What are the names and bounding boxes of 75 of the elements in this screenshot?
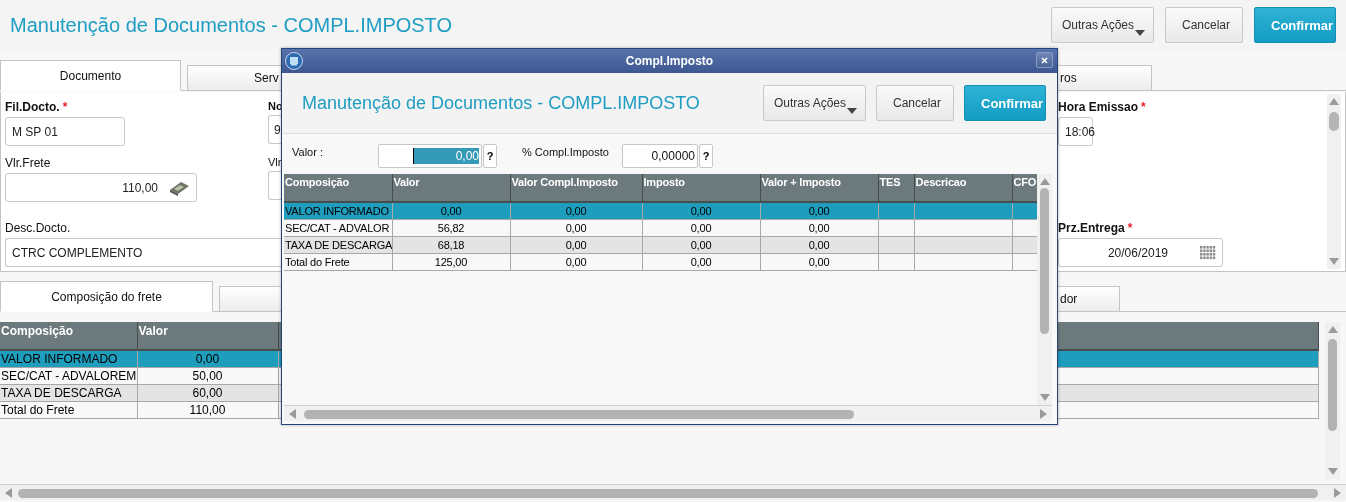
input-field[interactable]: 18:06 <box>1058 117 1093 146</box>
input-field[interactable]: CTRC COMPLEMENTO <box>5 238 282 267</box>
help-button[interactable]: ? <box>699 144 713 168</box>
caret-icon <box>1135 30 1145 36</box>
input-field[interactable] <box>268 171 282 200</box>
tab[interactable]: Composição do frete <box>0 281 213 312</box>
app-icon <box>285 52 303 70</box>
column-header[interactable]: Valor Compl.Imposto <box>510 174 642 202</box>
scroll-thumb[interactable] <box>304 410 854 419</box>
scrollbar[interactable] <box>1325 322 1340 479</box>
scroll-left-icon[interactable] <box>289 408 296 419</box>
field-value: M SP 01 <box>12 124 58 139</box>
page-title: Manutenção de Documentos - COMPL.IMPOSTO <box>10 13 453 37</box>
calendar-icon <box>1200 245 1216 260</box>
tab[interactable] <box>219 286 281 312</box>
field-label: Vlr.Frete <box>5 156 51 170</box>
scroll-down-icon[interactable] <box>1329 258 1339 265</box>
scroll-up-icon[interactable] <box>1329 98 1339 105</box>
column-header[interactable]: Valor + Imposto <box>760 174 878 202</box>
field-label: % Compl.Imposto <box>522 145 610 158</box>
scroll-thumb[interactable] <box>1040 188 1049 334</box>
column-header[interactable]: Composição <box>0 322 137 350</box>
field-label: Desc.Docto. <box>5 221 71 235</box>
field-value: 0,00 <box>412 148 479 164</box>
field-value: 18:06 <box>1065 124 1096 139</box>
scroll-thumb[interactable] <box>1329 112 1339 131</box>
scroll-down-icon[interactable] <box>1327 468 1338 475</box>
column-header[interactable]: Valor <box>392 174 510 202</box>
tab[interactable]: ros <box>1058 65 1152 91</box>
column-header[interactable]: Valor <box>137 322 278 350</box>
input-field[interactable]: M SP 01 <box>5 117 125 146</box>
scrollbar[interactable] <box>284 405 1052 421</box>
tab[interactable]: dor <box>1058 286 1120 312</box>
scrollbar[interactable] <box>1037 174 1052 405</box>
cancel-button[interactable]: Cancelar <box>876 85 954 121</box>
field-label: Fil.Docto. * <box>5 100 68 114</box>
calculator-icon <box>168 179 190 196</box>
dialog-heading: Manutenção de Documentos - COMPL.IMPOSTO <box>302 92 700 114</box>
input-field[interactable]: 0,00000 <box>622 144 698 168</box>
column-header[interactable]: Imposto <box>642 174 760 202</box>
field-value: 9 <box>274 122 281 137</box>
close-icon <box>1041 56 1048 64</box>
field-label: Valor : <box>292 145 324 158</box>
scroll-left-icon[interactable] <box>5 487 12 498</box>
scrollbar[interactable] <box>1327 94 1341 269</box>
more-actions-button[interactable]: Outras Ações <box>1051 7 1154 43</box>
field-value: CTRC COMPLEMENTO <box>12 245 143 260</box>
close-button[interactable] <box>1036 52 1053 68</box>
scroll-thumb[interactable] <box>1328 339 1337 431</box>
column-header[interactable]: CFO <box>1012 174 1037 202</box>
scroll-up-icon[interactable] <box>1327 326 1338 333</box>
caret-icon <box>847 108 857 114</box>
input-field[interactable]: 20/06/2019 <box>1058 238 1223 267</box>
scroll-right-icon[interactable] <box>1334 487 1341 498</box>
field-value: 110,00 <box>122 180 158 195</box>
help-button[interactable]: ? <box>483 144 497 168</box>
field-label: Vlr <box>268 156 282 168</box>
field-label: Hora Emissao * <box>1058 100 1146 114</box>
column-header[interactable]: TES <box>878 174 914 202</box>
field-label: Prz.Entrega * <box>1058 221 1133 235</box>
more-actions-button[interactable]: Outras Ações <box>763 85 866 121</box>
scrollbar[interactable] <box>0 484 1346 500</box>
column-header[interactable]: Descricao <box>914 174 1012 202</box>
tab[interactable]: Documento <box>0 60 181 91</box>
scroll-up-icon[interactable] <box>1039 178 1050 185</box>
window-title: Compl.Imposto <box>625 54 714 68</box>
input-field[interactable]: 9 <box>268 115 282 144</box>
scroll-right-icon[interactable] <box>1040 408 1047 419</box>
column-header[interactable]: Composição <box>284 174 392 202</box>
field-value: 20/06/2019 <box>1107 245 1168 260</box>
tab[interactable]: Serv <box>187 65 281 91</box>
field-value: 0,00000 <box>651 149 695 163</box>
cancel-button[interactable]: Cancelar <box>1165 7 1243 43</box>
input-field[interactable]: 110,00 <box>5 173 197 202</box>
scroll-thumb[interactable] <box>18 489 1318 498</box>
